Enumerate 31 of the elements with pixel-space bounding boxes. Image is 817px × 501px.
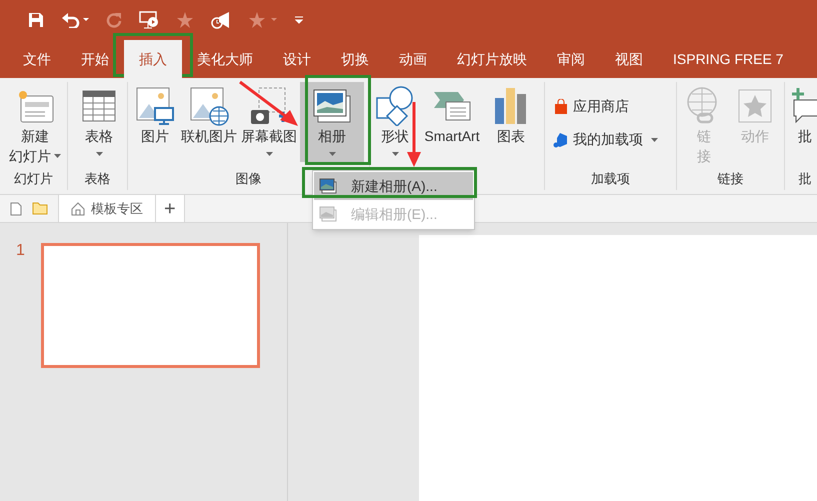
ribbon-tab[interactable]: 审阅 bbox=[542, 40, 600, 78]
ribbon-button[interactable]: 应用商店 bbox=[553, 96, 629, 117]
group-label: 批 bbox=[798, 170, 812, 186]
ribbon-button[interactable]: 相册 bbox=[300, 82, 364, 162]
slide-number: 1 bbox=[16, 243, 25, 261]
template-tab[interactable]: 模板专区 bbox=[59, 195, 156, 222]
ribbon-button[interactable]: 图表 bbox=[486, 82, 536, 162]
ribbon-button[interactable]: 联机图片 bbox=[180, 82, 238, 162]
group-label: 表格 bbox=[84, 170, 110, 186]
ribbon-button[interactable]: SmartArt bbox=[418, 82, 486, 162]
group-label: 幻灯片 bbox=[14, 170, 53, 186]
add-tab-button[interactable]: + bbox=[156, 195, 185, 222]
ribbon-tab[interactable]: 设计 bbox=[268, 40, 326, 78]
ribbon-button[interactable]: 批 bbox=[787, 82, 817, 162]
ribbon-button[interactable]: 图片 bbox=[130, 82, 180, 162]
group-label: 图像 bbox=[236, 170, 262, 186]
ribbon-tab[interactable]: 视图 bbox=[600, 40, 658, 78]
ribbon-tab[interactable]: 插入 bbox=[124, 40, 182, 78]
ribbon-button[interactable]: 新建 幻灯片 bbox=[2, 82, 68, 162]
ribbon-tab[interactable]: ISPRING FREE 7 bbox=[658, 40, 798, 78]
ribbon-button[interactable]: 形状 bbox=[372, 82, 418, 162]
ribbon-button[interactable]: 表格 bbox=[70, 82, 128, 162]
ribbon-tab[interactable]: 美化大师 bbox=[182, 40, 268, 78]
ribbon-tab[interactable]: 切换 bbox=[326, 40, 384, 78]
ribbon-tab[interactable]: 幻灯片放映 bbox=[442, 40, 542, 78]
ribbon-tab[interactable]: 开始 bbox=[66, 40, 124, 78]
ribbon-tab[interactable]: 动画 bbox=[384, 40, 442, 78]
ribbon-tab[interactable]: 文件 bbox=[8, 40, 66, 78]
ribbon-button[interactable]: 我的加载项 bbox=[553, 129, 658, 150]
group-label: 链接 bbox=[718, 170, 744, 186]
group-label: 加载项 bbox=[591, 170, 630, 186]
